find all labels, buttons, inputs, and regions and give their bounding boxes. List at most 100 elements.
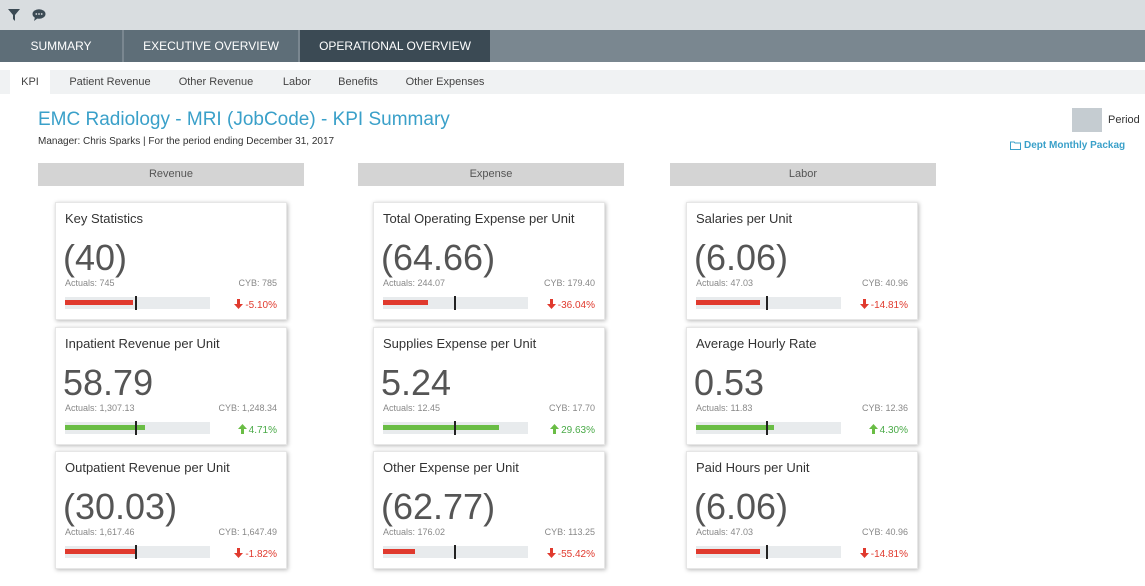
kpi-variance-text: -36.04% bbox=[557, 300, 595, 311]
tab-operational-overview[interactable]: OPERATIONAL OVERVIEW bbox=[300, 30, 490, 62]
arrow-up-icon bbox=[237, 424, 247, 434]
arrow-down-icon bbox=[859, 548, 869, 558]
kpi-progress-fill bbox=[383, 425, 499, 430]
kpi-cyb: CYB: 1,647.49 bbox=[218, 527, 277, 537]
primary-tab-bar: SUMMARY EXECUTIVE OVERVIEW OPERATIONAL O… bbox=[0, 30, 1145, 62]
tab-patient-revenue[interactable]: Patient Revenue bbox=[60, 70, 160, 94]
kpi-actuals: Actuals: 745 bbox=[65, 278, 115, 288]
arrow-down-icon bbox=[546, 299, 556, 309]
kpi-variance: -36.04% bbox=[546, 299, 595, 311]
kpi-card[interactable]: Supplies Expense per Unit 5.24 Actuals: 12… bbox=[373, 327, 605, 445]
kpi-card[interactable]: Outpatient Revenue per Unit (30.03) Actual… bbox=[55, 451, 287, 569]
kpi-value: (64.66) bbox=[381, 237, 496, 278]
period-toggle-label: Period bbox=[1102, 108, 1145, 132]
kpi-cyb: CYB: 40.96 bbox=[861, 278, 908, 288]
kpi-progress-bar bbox=[383, 545, 528, 559]
kpi-title: Key Statistics bbox=[65, 211, 144, 226]
kpi-variance: 4.71% bbox=[237, 424, 277, 436]
kpi-value: (6.06) bbox=[694, 237, 789, 278]
kpi-target-marker bbox=[454, 296, 456, 310]
kpi-card[interactable]: Other Expense per Unit (62.77) Actuals: 17… bbox=[373, 451, 605, 569]
kpi-actuals: Actuals: 11.83 bbox=[696, 403, 753, 413]
kpi-variance-text: -1.82% bbox=[245, 549, 277, 560]
kpi-value: 0.53 bbox=[694, 362, 765, 403]
filter-icon[interactable] bbox=[8, 8, 22, 22]
kpi-variance-text: -55.42% bbox=[557, 549, 595, 560]
kpi-target-marker bbox=[135, 545, 137, 559]
kpi-card[interactable]: Inpatient Revenue per Unit 58.79 Actuals: … bbox=[55, 327, 287, 445]
kpi-actuals: Actuals: 1,617.46 bbox=[65, 527, 135, 537]
kpi-progress-bar bbox=[65, 421, 210, 435]
kpi-progress-fill bbox=[696, 300, 760, 305]
kpi-progress-fill bbox=[65, 300, 133, 305]
dept-monthly-package-link[interactable]: Dept Monthly Packag bbox=[1010, 140, 1125, 151]
arrow-down-icon bbox=[234, 299, 244, 309]
kpi-progress-fill bbox=[65, 549, 136, 554]
tab-labor[interactable]: Labor bbox=[272, 70, 322, 94]
kpi-variance-text: 4.71% bbox=[248, 425, 277, 436]
kpi-progress-fill bbox=[383, 549, 415, 554]
kpi-value: (30.03) bbox=[63, 486, 178, 527]
column-header-revenue: Revenue bbox=[38, 163, 304, 186]
folder-icon bbox=[1010, 141, 1021, 150]
kpi-variance: -14.81% bbox=[859, 548, 908, 560]
kpi-card[interactable]: Average Hourly Rate 0.53 Actuals: 11.83 CYB… bbox=[686, 327, 918, 445]
kpi-progress-bar bbox=[65, 545, 210, 559]
kpi-target-marker bbox=[766, 296, 768, 310]
kpi-variance-text: 4.30% bbox=[879, 425, 908, 436]
kpi-target-marker bbox=[135, 421, 137, 435]
tab-other-revenue[interactable]: Other Revenue bbox=[168, 70, 264, 94]
kpi-title: Supplies Expense per Unit bbox=[383, 336, 537, 351]
arrow-down-icon bbox=[234, 548, 244, 558]
kpi-variance: -1.82% bbox=[234, 548, 277, 560]
kpi-variance-text: 29.63% bbox=[561, 425, 595, 436]
tab-executive-overview[interactable]: EXECUTIVE OVERVIEW bbox=[124, 30, 298, 62]
kpi-card[interactable]: Salaries per Unit (6.06) Actuals: 47.03 CYB… bbox=[686, 202, 918, 320]
comment-icon[interactable] bbox=[32, 8, 46, 22]
column-header-labor: Labor bbox=[670, 163, 936, 186]
kpi-variance-text: -5.10% bbox=[245, 300, 277, 311]
tab-other-expenses[interactable]: Other Expenses bbox=[390, 70, 500, 94]
page-title: EMC Radiology - MRI (JobCode) - KPI Summ… bbox=[38, 109, 450, 130]
tab-kpi[interactable]: KPI bbox=[10, 70, 50, 94]
kpi-variance-text: -14.81% bbox=[870, 549, 908, 560]
kpi-card[interactable]: Total Operating Expense per Unit (64.66) A… bbox=[373, 202, 605, 320]
tab-summary[interactable]: SUMMARY bbox=[0, 30, 122, 62]
kpi-actuals: Actuals: 176.02 bbox=[383, 527, 446, 537]
kpi-variance: -14.81% bbox=[859, 299, 908, 311]
kpi-variance: 29.63% bbox=[550, 424, 595, 436]
kpi-progress-bar bbox=[65, 296, 210, 310]
kpi-progress-bar bbox=[696, 296, 841, 310]
kpi-title: Outpatient Revenue per Unit bbox=[65, 460, 230, 475]
kpi-target-marker bbox=[766, 421, 768, 435]
kpi-card[interactable]: Key Statistics (40) Actuals: 745 CYB: 785 -5… bbox=[55, 202, 287, 320]
kpi-progress-fill bbox=[65, 425, 145, 430]
kpi-title: Total Operating Expense per Unit bbox=[383, 211, 575, 226]
kpi-variance: -55.42% bbox=[546, 548, 595, 560]
kpi-card[interactable]: Paid Hours per Unit (6.06) Actuals: 47.03 C… bbox=[686, 451, 918, 569]
arrow-down-icon bbox=[546, 548, 556, 558]
kpi-title: Average Hourly Rate bbox=[696, 336, 817, 351]
kpi-title: Inpatient Revenue per Unit bbox=[65, 336, 220, 351]
kpi-actuals: Actuals: 244.07 bbox=[383, 278, 446, 288]
kpi-target-marker bbox=[766, 545, 768, 559]
arrow-up-icon bbox=[868, 424, 878, 434]
kpi-cyb: CYB: 785 bbox=[238, 278, 277, 288]
kpi-cyb: CYB: 113.25 bbox=[544, 527, 595, 537]
dept-monthly-package-label: Dept Monthly Packag bbox=[1024, 140, 1126, 151]
tab-benefits[interactable]: Benefits bbox=[328, 70, 388, 94]
kpi-progress-bar bbox=[696, 545, 841, 559]
kpi-progress-bar bbox=[696, 421, 841, 435]
kpi-variance-text: -14.81% bbox=[870, 300, 908, 311]
kpi-progress-fill bbox=[696, 425, 774, 430]
kpi-title: Other Expense per Unit bbox=[383, 460, 519, 475]
kpi-actuals: Actuals: 47.03 bbox=[696, 278, 754, 288]
kpi-cyb: CYB: 40.96 bbox=[861, 527, 908, 537]
kpi-variance: 4.30% bbox=[868, 424, 908, 436]
kpi-value: 58.79 bbox=[63, 362, 154, 403]
period-toggle[interactable]: Period bbox=[1072, 108, 1145, 132]
kpi-value: 5.24 bbox=[381, 362, 452, 403]
kpi-target-marker bbox=[135, 296, 137, 310]
kpi-progress-bar bbox=[383, 296, 528, 310]
kpi-cyb: CYB: 12.36 bbox=[861, 403, 908, 413]
